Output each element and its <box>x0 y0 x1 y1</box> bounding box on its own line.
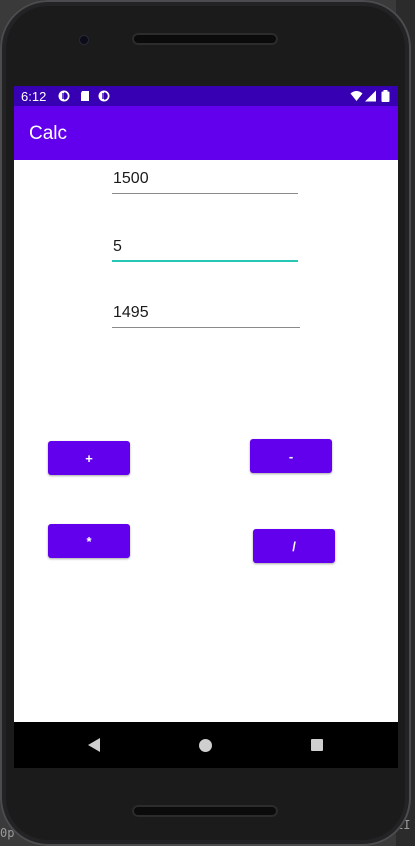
add-button[interactable]: + <box>48 441 130 475</box>
sd-card-icon <box>81 91 89 101</box>
home-icon[interactable] <box>199 739 212 752</box>
subtract-button[interactable]: - <box>250 439 332 473</box>
status-bar: 6:12 <box>14 86 398 106</box>
front-camera <box>80 36 88 44</box>
bottom-speaker-grille <box>132 805 278 817</box>
first-number-field[interactable]: 1500 <box>112 162 298 194</box>
system-navigation-bar <box>14 722 398 768</box>
recents-icon[interactable] <box>311 739 323 751</box>
app-toolbar: Calc <box>14 106 398 160</box>
device-screen: 6:12 Calc 1500 5 1495 + - * / <box>14 86 398 768</box>
status-time: 6:12 <box>21 89 47 104</box>
multiply-button[interactable]: * <box>48 524 130 558</box>
divide-button[interactable]: / <box>253 529 335 563</box>
result-field[interactable]: 1495 <box>112 296 300 328</box>
field-underline-focused <box>112 260 298 262</box>
result-value: 1495 <box>113 304 149 321</box>
circle-half-icon <box>98 90 110 102</box>
phone-frame: 6:12 Calc 1500 5 1495 + - * / <box>0 0 411 846</box>
field-underline <box>112 193 298 194</box>
cell-signal-icon <box>365 90 376 102</box>
wifi-icon <box>350 91 363 101</box>
battery-icon <box>381 90 390 102</box>
back-icon[interactable] <box>88 738 100 752</box>
first-number-value: 1500 <box>113 170 149 187</box>
second-number-value: 5 <box>113 238 122 255</box>
field-underline <box>112 327 300 328</box>
circle-half-icon <box>58 90 70 102</box>
top-speaker-grille <box>132 33 278 45</box>
app-title: Calc <box>29 123 68 144</box>
second-number-field[interactable]: 5 <box>112 230 298 262</box>
